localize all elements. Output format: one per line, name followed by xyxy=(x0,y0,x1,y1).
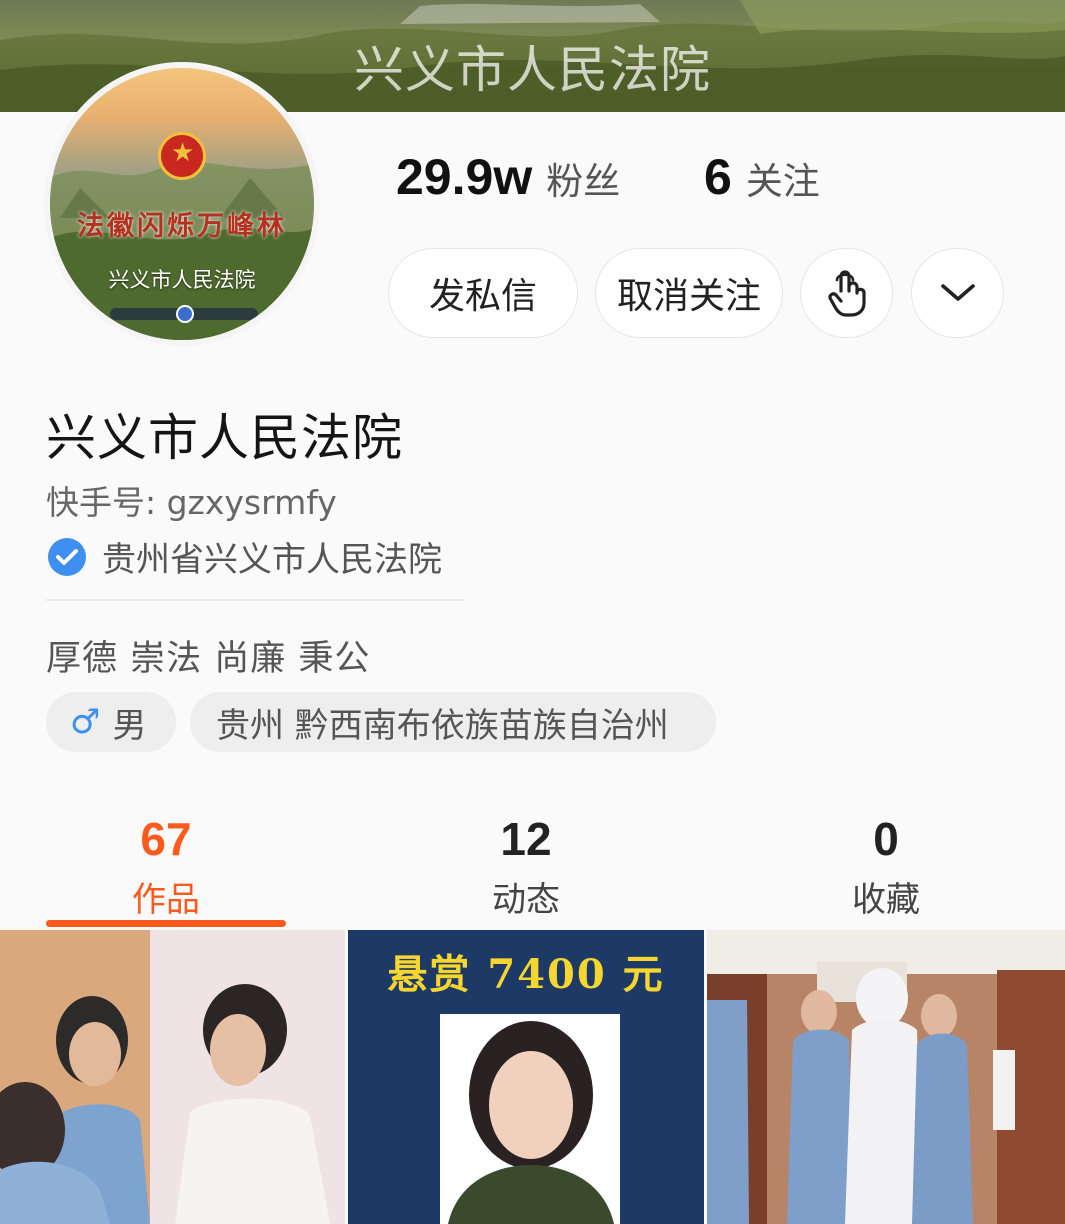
court-emblem-icon: ★ xyxy=(158,132,206,180)
tab-count: 0 xyxy=(873,813,899,865)
location-tag: 贵州 黔西南布依族苗族自治州 xyxy=(190,692,716,752)
hand-pointer-icon xyxy=(827,270,866,317)
followers-count: 29.9w xyxy=(396,149,533,205)
following-count: 6 xyxy=(704,149,732,205)
verified-text: 贵州省兴义市人民法院 xyxy=(102,540,442,580)
profile-bio: 厚德 崇法 尚廉 秉公 xyxy=(46,639,371,679)
video-thumbnail[interactable] xyxy=(707,930,1065,1224)
send-message-button[interactable]: 发私信 xyxy=(388,248,578,338)
avatar-image: ★ 法徽闪烁万峰林 兴义市人民法院 xyxy=(50,68,314,340)
gender-tag: ♂ 男 xyxy=(46,692,176,752)
location-label: 贵州 黔西南布依族苗族自治州 xyxy=(216,705,669,746)
tab-label: 作品 xyxy=(132,880,200,920)
avatar-slogan: 法徽闪烁万峰林 xyxy=(77,211,287,242)
followers-label: 粉丝 xyxy=(546,160,621,203)
video-image xyxy=(0,930,345,1224)
following-stat[interactable]: 6 关注 xyxy=(704,148,820,206)
play-icon xyxy=(176,305,194,323)
divider xyxy=(46,599,464,601)
tab-moments[interactable]: 12 动态 xyxy=(406,812,646,921)
tab-count: 67 xyxy=(140,813,192,865)
avatar-court-name: 兴义市人民法院 xyxy=(108,268,256,292)
tab-works[interactable]: 67 作品 xyxy=(46,812,286,921)
profile-name: 兴义市人民法院 xyxy=(46,409,403,467)
verified-icon xyxy=(48,537,86,576)
tab-count: 12 xyxy=(500,813,552,865)
tab-favorites[interactable]: 0 收藏 xyxy=(766,812,1006,921)
active-tab-indicator xyxy=(46,920,286,927)
reward-caption: 悬赏 7400 元 xyxy=(387,951,665,998)
gender-label: 男 xyxy=(112,705,147,746)
followers-stat[interactable]: 29.9w 粉丝 xyxy=(396,148,620,206)
star-icon: ★ xyxy=(171,138,195,168)
male-icon: ♂ xyxy=(70,702,101,742)
tab-label: 动态 xyxy=(492,880,560,920)
verification-row: 贵州省兴义市人民法院 xyxy=(48,532,442,581)
touch-button[interactable] xyxy=(800,248,893,338)
video-image xyxy=(707,930,1065,1224)
tab-label: 收藏 xyxy=(852,880,920,920)
unfollow-button[interactable]: 取消关注 xyxy=(595,248,783,338)
following-label: 关注 xyxy=(745,160,820,203)
chevron-down-icon xyxy=(940,284,975,301)
avatar[interactable]: ★ 法徽闪烁万峰林 兴义市人民法院 xyxy=(44,62,320,346)
more-button[interactable] xyxy=(911,248,1004,338)
kuaishou-id[interactable]: 快手号: gzxysrmfy xyxy=(46,476,337,524)
video-progress-bar xyxy=(110,305,258,323)
video-thumbnail[interactable]: 悬赏 7400 元 xyxy=(348,930,704,1224)
video-thumbnail[interactable] xyxy=(0,930,345,1224)
